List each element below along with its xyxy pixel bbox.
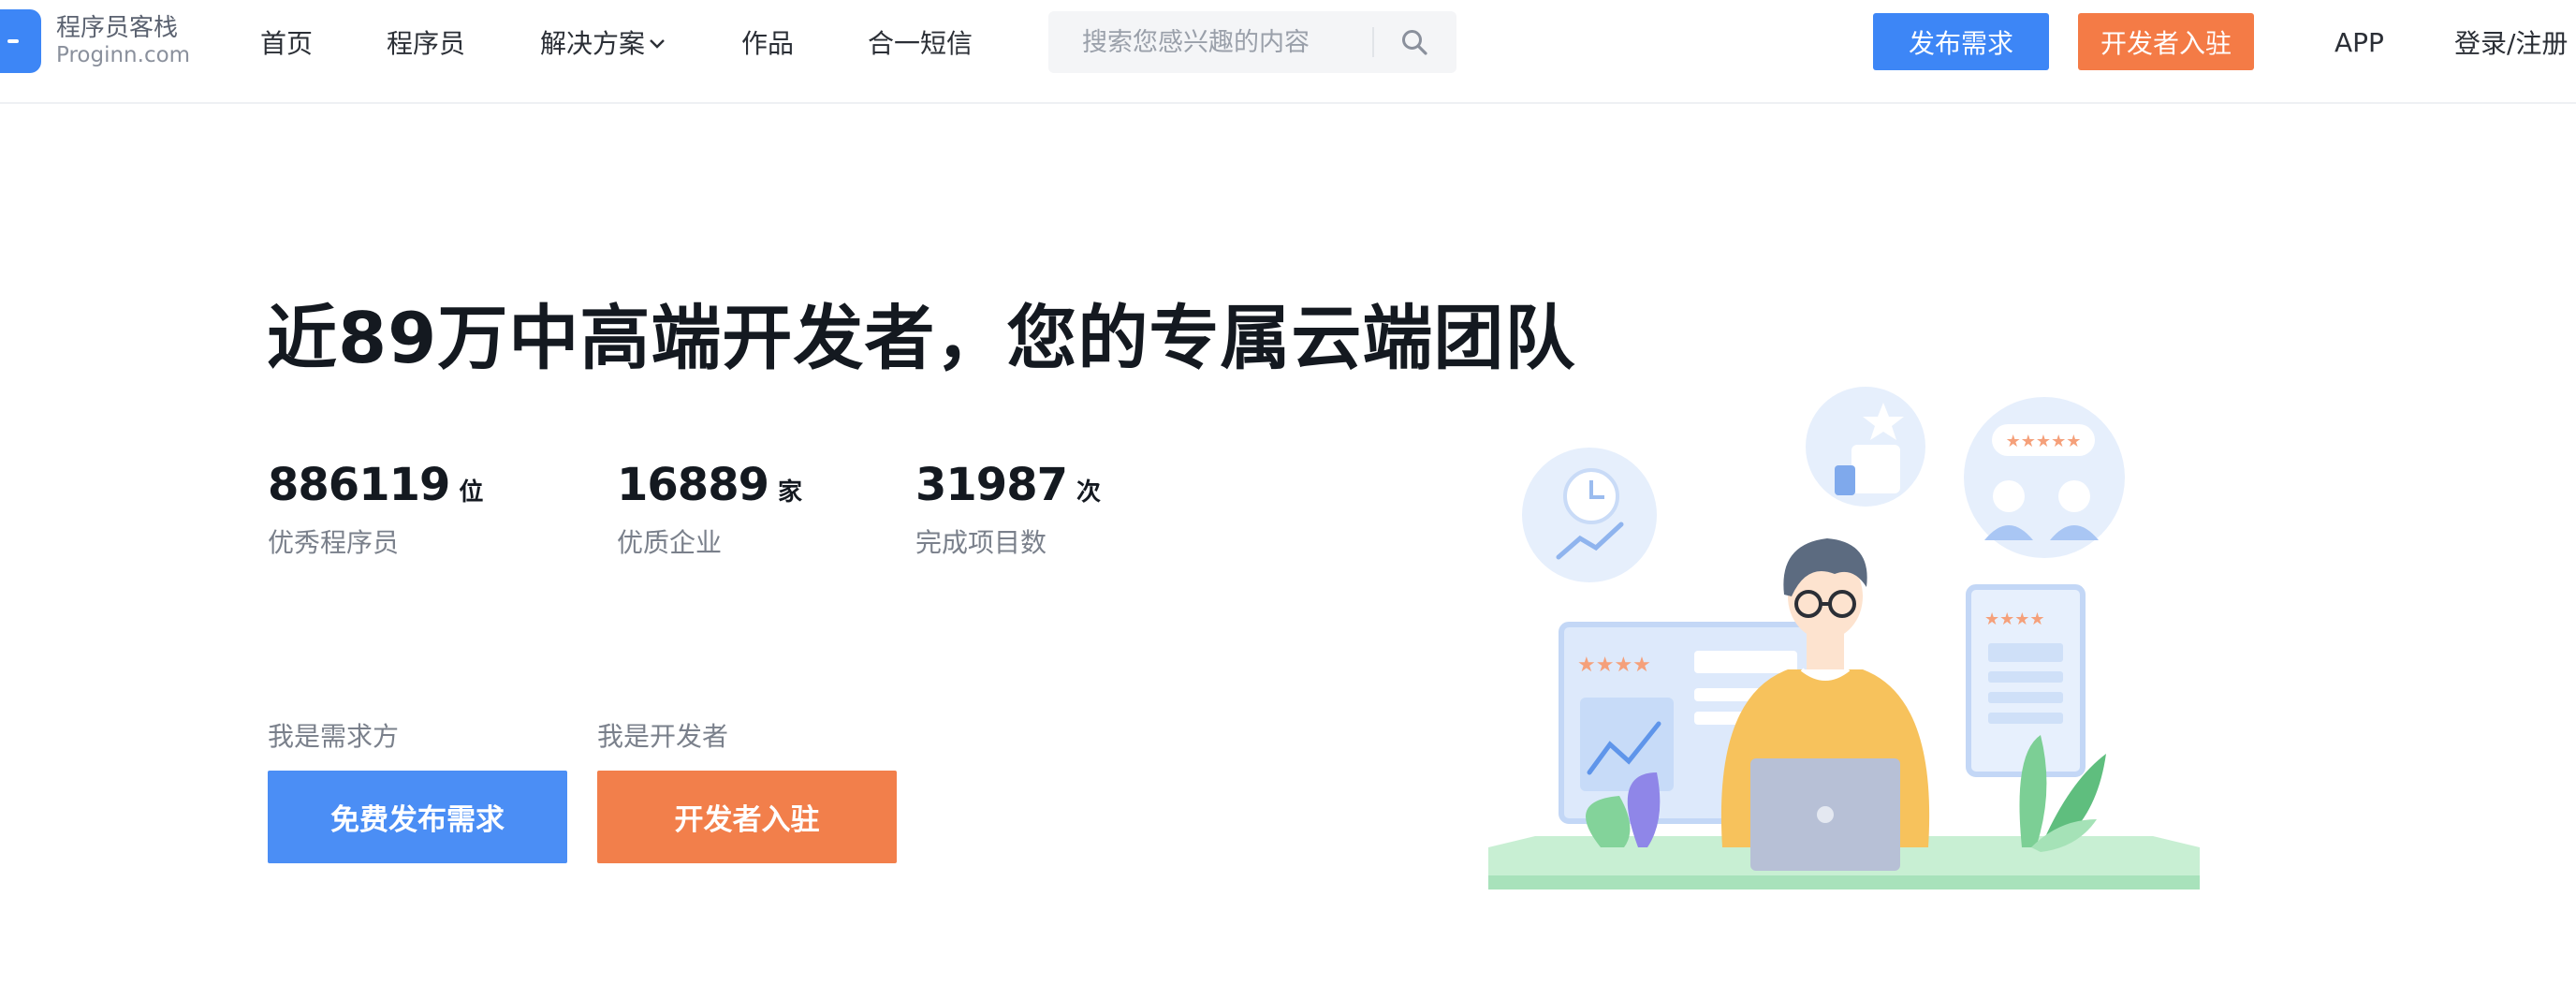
nav-sms[interactable]: 合一短信 — [868, 0, 973, 84]
free-publish-demand-button[interactable]: 免费发布需求 — [268, 771, 567, 863]
stat-programmers: 886119 位 优秀程序员 — [268, 459, 483, 560]
stat-companies: 16889 家 优质企业 — [617, 459, 802, 560]
review-phone-icon: ★★★★ — [1966, 584, 2086, 777]
site-logo[interactable]: 程序员客栈 Proginn.com — [0, 9, 190, 73]
hero-illustration: ★★★★★ ★★★★ ★★★★ — [1488, 387, 2200, 889]
nav-home[interactable]: 首页 — [260, 0, 313, 84]
nav-app[interactable]: APP — [2334, 0, 2384, 84]
search-icon — [1402, 30, 1427, 55]
nav-works[interactable]: 作品 — [741, 0, 794, 84]
stat-unit: 家 — [778, 478, 803, 507]
stat-unit: 次 — [1076, 478, 1102, 507]
svg-text:★★★★★: ★★★★★ — [2006, 432, 2082, 451]
nav-solutions-label: 解决方案 — [540, 28, 646, 59]
nav-solutions[interactable]: 解决方案 — [540, 0, 666, 84]
demand-side-label: 我是需求方 — [268, 721, 400, 752]
reviewers-bubble-icon: ★★★★★ — [1964, 397, 2125, 558]
hero-title: 近89万中高端开发者，您的专属云端团队 — [267, 297, 1576, 379]
laptop-icon — [1750, 758, 1900, 871]
svg-text:★★★★: ★★★★ — [1577, 654, 1651, 677]
developer-side-label: 我是开发者 — [597, 721, 729, 752]
thumbs-up-star-bubble-icon — [1806, 387, 1925, 507]
stat-value: 16889 — [617, 459, 769, 511]
login-register-link[interactable]: 登录/注册 — [2454, 0, 2568, 84]
stat-unit: 位 — [459, 478, 484, 507]
chart-clock-bubble-icon — [1522, 448, 1657, 582]
logo-name-cn: 程序员客栈 — [56, 13, 179, 42]
logo-mark-icon — [0, 9, 41, 73]
logo-name-en: Proginn.com — [56, 42, 191, 67]
stat-value: 31987 — [915, 459, 1068, 511]
stat-label: 完成项目数 — [915, 527, 1047, 558]
publish-demand-button[interactable]: 发布需求 — [1873, 13, 2049, 70]
developer-join-button[interactable]: 开发者入驻 — [2078, 13, 2254, 70]
svg-text:★★★★: ★★★★ — [1984, 610, 2045, 629]
search-input[interactable] — [1048, 11, 1372, 73]
stat-label: 优秀程序员 — [268, 527, 400, 558]
top-navbar: 程序员客栈 Proginn.com 首页 程序员 解决方案 作品 合一短信 发布… — [0, 0, 2576, 104]
chevron-down-icon — [649, 35, 666, 54]
stat-projects: 31987 次 完成项目数 — [915, 459, 1101, 560]
stat-label: 优质企业 — [617, 527, 723, 558]
search-box — [1048, 11, 1456, 73]
hero-developer-join-button[interactable]: 开发者入驻 — [597, 771, 897, 863]
search-button[interactable] — [1374, 11, 1455, 73]
nav-programmers[interactable]: 程序员 — [387, 0, 465, 84]
stat-value: 886119 — [268, 459, 450, 511]
